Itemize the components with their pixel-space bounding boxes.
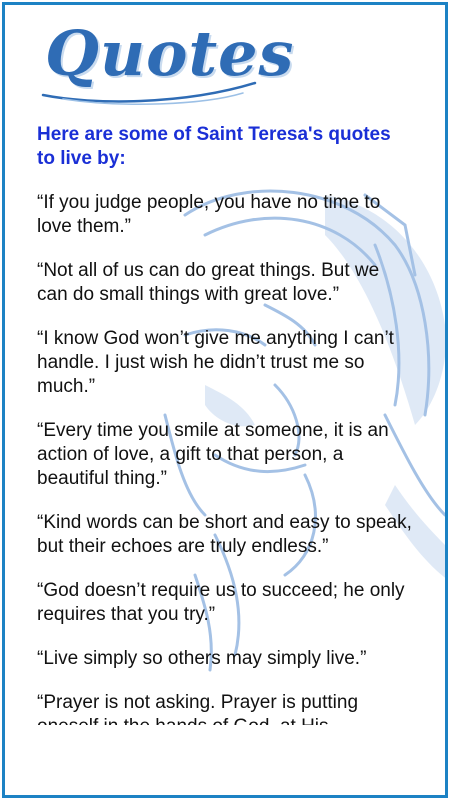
- quote-item: “Kind words can be short and easy to spe…: [37, 512, 412, 557]
- quote-item: “If you judge people, you have no time t…: [37, 192, 381, 237]
- quote-item: “Live simply so others may simply live.”: [37, 648, 367, 669]
- intro-heading: Here are some of Saint Teresa's quotes t…: [37, 124, 391, 169]
- quote-item: “Not all of us can do great things. But …: [37, 260, 380, 305]
- logo-text: Quotes: [45, 17, 295, 90]
- quotes-logo: Quotes: [33, 13, 293, 108]
- quote-item: “Prayer is not asking. Prayer is putting…: [37, 692, 359, 725]
- quote-item: “God doesn’t require us to succeed; he o…: [37, 580, 405, 625]
- quotes-card: Quotes Here are some of Saint Teresa's q…: [2, 2, 448, 798]
- quote-item: “Every time you smile at someone, it is …: [37, 420, 389, 489]
- quotes-content: Here are some of Saint Teresa's quotes t…: [37, 123, 412, 725]
- quote-item: “I know God won’t give me anything I can…: [37, 328, 394, 397]
